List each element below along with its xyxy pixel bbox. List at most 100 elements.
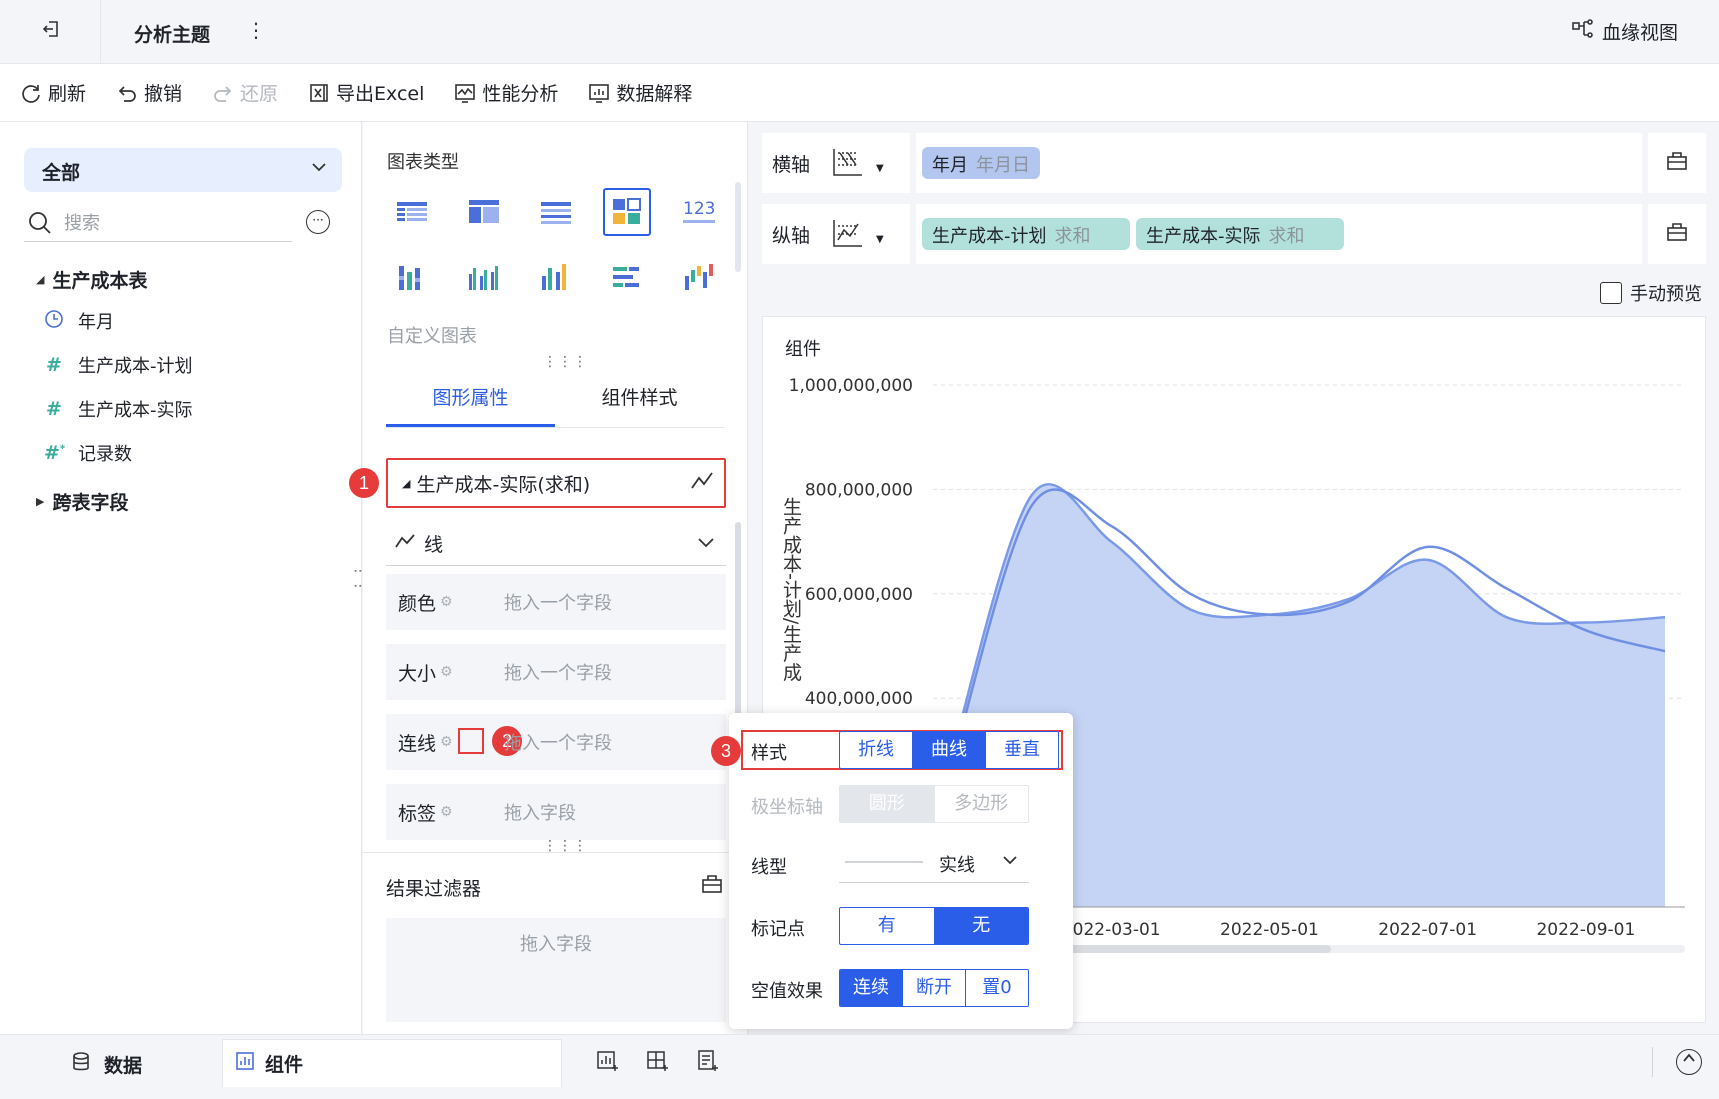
series-selector[interactable]: ◢ 生产成本-实际(求和) (386, 458, 726, 508)
section-resize-handle[interactable]: ⋮⋮⋮ (543, 354, 588, 370)
field-item-planned-cost[interactable]: # 生产成本-计划 (44, 352, 192, 378)
export-excel-button[interactable]: 导出Excel (308, 79, 424, 106)
style-segmented-control: 折线 曲线 垂直 (839, 731, 1059, 769)
style-option-polyline[interactable]: 折线 (840, 732, 912, 768)
filter-drop-zone[interactable]: 拖入字段 (386, 918, 726, 1022)
style-option-curve[interactable]: 曲线 (912, 732, 985, 768)
gear-highlight-box (458, 728, 484, 754)
field-item-actual-cost[interactable]: # 生产成本-实际 (44, 396, 192, 422)
polar-option-circle[interactable]: 圆形 (840, 786, 934, 822)
search-input[interactable] (64, 210, 274, 236)
redo-icon (214, 85, 232, 102)
line-mark-icon (394, 532, 416, 555)
performance-analysis-button[interactable]: 性能分析 (454, 79, 558, 106)
refresh-button[interactable]: 刷新 (20, 79, 86, 106)
kpi-chart-icon[interactable]: 123 (675, 188, 723, 236)
exit-icon[interactable] (26, 18, 76, 48)
color-drop-zone[interactable]: 颜色 ⚙ 拖入一个字段 (386, 574, 726, 630)
x-axis-type-icon[interactable] (830, 145, 864, 183)
gear-icon[interactable]: ⚙ (440, 594, 453, 610)
numeric-field-icon: # (46, 354, 62, 376)
y-axis-field-pill-actual[interactable]: 生产成本-实际 求和 (1136, 218, 1344, 250)
chart-type-scrollbar[interactable] (735, 182, 741, 272)
divider (1642, 133, 1648, 193)
add-component-icon[interactable] (596, 1049, 620, 1077)
gear-icon[interactable]: ⚙ (440, 664, 453, 680)
annotation-badge-1: 1 (349, 468, 379, 498)
horizontal-bar-icon[interactable] (603, 254, 651, 302)
grouped-bar-icon[interactable] (459, 254, 507, 302)
cross-table-icon[interactable] (531, 188, 579, 236)
group-table-icon[interactable] (459, 188, 507, 236)
pill-aggregation: 求和 (1268, 226, 1305, 247)
divider (100, 0, 101, 64)
scope-dropdown[interactable]: 全部 (24, 148, 342, 192)
data-explain-button[interactable]: 数据解释 (588, 79, 692, 106)
style-option-vertical[interactable]: 垂直 (985, 732, 1058, 768)
lineage-view-button[interactable]: 血缘视图 (1572, 18, 1678, 45)
table-group-production-cost[interactable]: ◢ 生产成本表 (36, 266, 147, 293)
add-dashboard-icon[interactable] (646, 1049, 670, 1077)
mark-type-dropdown[interactable]: 线 (386, 522, 726, 566)
gear-icon[interactable]: ⚙ (440, 734, 453, 750)
component-tab[interactable]: 组件 (222, 1039, 562, 1087)
field-item-record-count[interactable]: #* 记录数 (44, 440, 132, 466)
gear-icon[interactable]: ⚙ (440, 804, 453, 820)
expand-triangle-icon: ◢ (402, 476, 411, 490)
tab-graphic-properties[interactable]: 图形属性 (386, 372, 555, 427)
y-tick-label: 600,000,000 (805, 585, 913, 605)
line-style-popup: 3 样式 折线 曲线 垂直 极坐标轴 圆形 多边形 线型 实线 标记点 有 无 … (711, 713, 1073, 1029)
polar-option-polygon[interactable]: 多边形 (933, 786, 1029, 822)
marker-option-no[interactable]: 无 (933, 908, 1028, 944)
manual-preview-checkbox[interactable] (1600, 282, 1622, 304)
line-type-dropdown[interactable]: 实线 (839, 841, 1029, 883)
null-effect-label: 空值效果 (751, 981, 823, 1002)
filter-toolbox-icon[interactable] (701, 874, 723, 898)
size-drop-zone[interactable]: 大小 ⚙ 拖入一个字段 (386, 644, 726, 700)
add-story-icon[interactable] (696, 1049, 720, 1077)
refresh-icon (22, 84, 40, 103)
cross-table-label: 跨表字段 (52, 492, 129, 514)
chart-scrollbar-thumb (1063, 945, 1331, 953)
x-tick-label: 2022-03-01 (1062, 920, 1161, 940)
more-menu-icon[interactable]: ⋮ (246, 18, 266, 42)
custom-chart-type-icon-selected[interactable] (603, 188, 651, 236)
cross-table-group[interactable]: ▶ 跨表字段 (36, 488, 128, 515)
data-tab[interactable]: 数据 (70, 1051, 142, 1078)
divider (910, 204, 916, 264)
redo-button[interactable]: 还原 (212, 79, 278, 106)
waterfall-chart-icon[interactable] (675, 254, 723, 302)
style-label: 样式 (751, 743, 787, 764)
marker-option-yes[interactable]: 有 (840, 908, 934, 944)
lineage-label: 血缘视图 (1602, 22, 1679, 44)
properties-scrollbar[interactable] (735, 522, 741, 742)
y-tick-label: 400,000,000 (805, 689, 913, 709)
null-option-continuous[interactable]: 连续 (840, 970, 902, 1006)
caret-down-icon[interactable]: ▼ (876, 234, 884, 245)
bottom-bar: 数据 组件 (0, 1034, 1719, 1099)
marker-segmented-control: 有 无 (839, 907, 1029, 945)
field-item-yearmonth[interactable]: 年月 (44, 308, 114, 334)
axis-toolbox-icon[interactable] (1666, 222, 1688, 246)
null-option-zero[interactable]: 置0 (965, 970, 1028, 1006)
tab-component-style[interactable]: 组件样式 (555, 372, 724, 427)
collapse-up-icon[interactable] (1676, 1049, 1702, 1075)
y-axis-type-icon[interactable] (830, 216, 864, 254)
table-chart-icon[interactable] (387, 188, 435, 236)
null-option-break[interactable]: 断开 (902, 970, 965, 1006)
custom-chart-label: 自定义图表 (387, 326, 477, 347)
label-drop-zone[interactable]: 标签 ⚙ 拖入字段 (386, 784, 726, 840)
y-axis-field-pill-planned[interactable]: 生产成本-计划 求和 (922, 218, 1130, 250)
undo-button[interactable]: 撤销 (116, 79, 182, 106)
caret-down-icon[interactable]: ▼ (876, 163, 884, 174)
more-options-icon[interactable]: ··· (306, 210, 330, 234)
stacked-bar-icon[interactable] (387, 254, 435, 302)
top-bar: 分析主题 ⋮ 血缘视图 (0, 0, 1719, 64)
manual-preview-toggle[interactable]: 手动预览 (1600, 280, 1702, 306)
prop-placeholder: 拖入一个字段 (504, 663, 612, 684)
svg-text:123: 123 (683, 199, 715, 219)
x-axis-field-pill[interactable]: 年月 年月日 (922, 147, 1040, 179)
multi-bar-icon[interactable] (531, 254, 579, 302)
axis-toolbox-icon[interactable] (1666, 151, 1688, 175)
connect-line-drop-zone[interactable]: 连线 ⚙ 2 拖入一个字段 (386, 714, 726, 770)
